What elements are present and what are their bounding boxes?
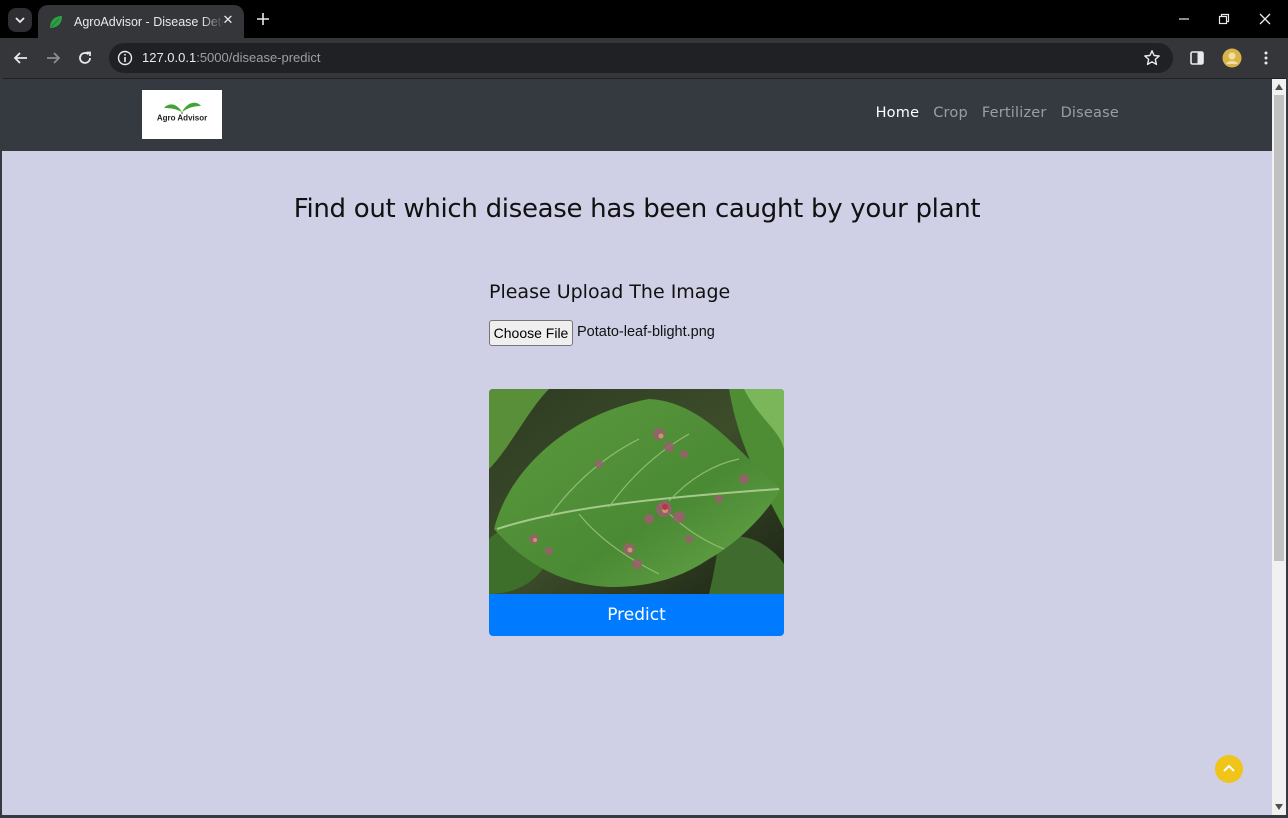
restore-icon <box>1218 13 1230 25</box>
brand-text: Agro Advisor <box>157 114 207 123</box>
browser-toolbar: 127.0.0.1:5000/disease-predict <box>0 38 1288 78</box>
url-path: :5000/disease-predict <box>196 50 321 65</box>
minimize-icon <box>1179 18 1189 20</box>
url-text[interactable]: 127.0.0.1:5000/disease-predict <box>142 50 321 65</box>
url-host: 127.0.0.1 <box>142 50 197 65</box>
nav-link-fertilizer[interactable]: Fertilizer <box>975 105 1054 121</box>
uploaded-image-preview <box>489 389 784 594</box>
tab-strip: AgroAdvisor - Disease Detection ✕ <box>0 0 1288 38</box>
close-icon[interactable]: ✕ <box>220 13 236 29</box>
menu-button[interactable] <box>1254 46 1278 70</box>
predict-button[interactable]: Predict <box>489 594 784 636</box>
upload-label: Please Upload The Image <box>489 281 731 303</box>
chevron-up-icon <box>1223 764 1235 772</box>
scrollbar-thumb[interactable] <box>1274 95 1284 561</box>
close-icon <box>1259 13 1271 25</box>
triangle-down-icon <box>1275 804 1283 810</box>
new-tab-button[interactable] <box>252 9 274 31</box>
site-navbar: Agro Advisor Home Crop Fertilizer Diseas… <box>2 79 1272 151</box>
reload-button[interactable] <box>73 46 97 70</box>
reload-icon <box>79 51 91 64</box>
side-panel-button[interactable] <box>1185 46 1209 70</box>
forward-button[interactable] <box>41 46 65 70</box>
close-window-button[interactable] <box>1245 0 1285 38</box>
avatar <box>1222 48 1242 68</box>
brand-logo[interactable]: Agro Advisor <box>142 90 222 139</box>
leaf-favicon-icon <box>50 15 62 28</box>
side-panel-icon <box>1190 51 1204 65</box>
scroll-to-top-button[interactable] <box>1215 755 1243 783</box>
address-bar[interactable]: 127.0.0.1:5000/disease-predict <box>109 43 1173 73</box>
selected-file-name: Potato-leaf-blight.png <box>577 324 715 340</box>
nav-link-home[interactable]: Home <box>869 105 927 121</box>
nav-link-crop[interactable]: Crop <box>926 105 975 121</box>
scroll-up-arrow[interactable] <box>1272 80 1286 94</box>
browser-tab[interactable]: AgroAdvisor - Disease Detection ✕ <box>38 5 244 38</box>
arrow-left-icon <box>13 52 27 64</box>
vertical-scrollbar[interactable] <box>1272 79 1286 815</box>
minimize-button[interactable] <box>1164 0 1204 38</box>
nav-links: Home Crop Fertilizer Disease <box>869 105 1126 121</box>
triangle-up-icon <box>1275 84 1283 90</box>
page-viewport: Agro Advisor Home Crop Fertilizer Diseas… <box>2 79 1286 815</box>
browser-window: AgroAdvisor - Disease Detection ✕ 127.0.… <box>0 0 1288 818</box>
choose-file-button[interactable]: Choose File <box>489 320 573 346</box>
leaf-photo <box>489 389 784 594</box>
plus-icon <box>257 13 269 25</box>
info-icon[interactable] <box>117 50 133 66</box>
nav-link-disease[interactable]: Disease <box>1054 105 1126 121</box>
logo-image: Agro Advisor <box>157 102 207 123</box>
tab-search-button[interactable] <box>8 8 32 32</box>
kebab-menu-icon <box>1264 51 1268 65</box>
profile-button[interactable] <box>1220 46 1244 70</box>
tab-title: AgroAdvisor - Disease Detection <box>74 14 224 29</box>
arrow-right-icon <box>47 52 61 64</box>
back-button[interactable] <box>9 46 33 70</box>
star-icon[interactable] <box>1143 49 1161 67</box>
page-title: Find out which disease has been caught b… <box>293 194 981 224</box>
scroll-down-arrow[interactable] <box>1272 800 1286 814</box>
chevron-down-icon <box>15 17 25 24</box>
restore-button[interactable] <box>1204 0 1244 38</box>
